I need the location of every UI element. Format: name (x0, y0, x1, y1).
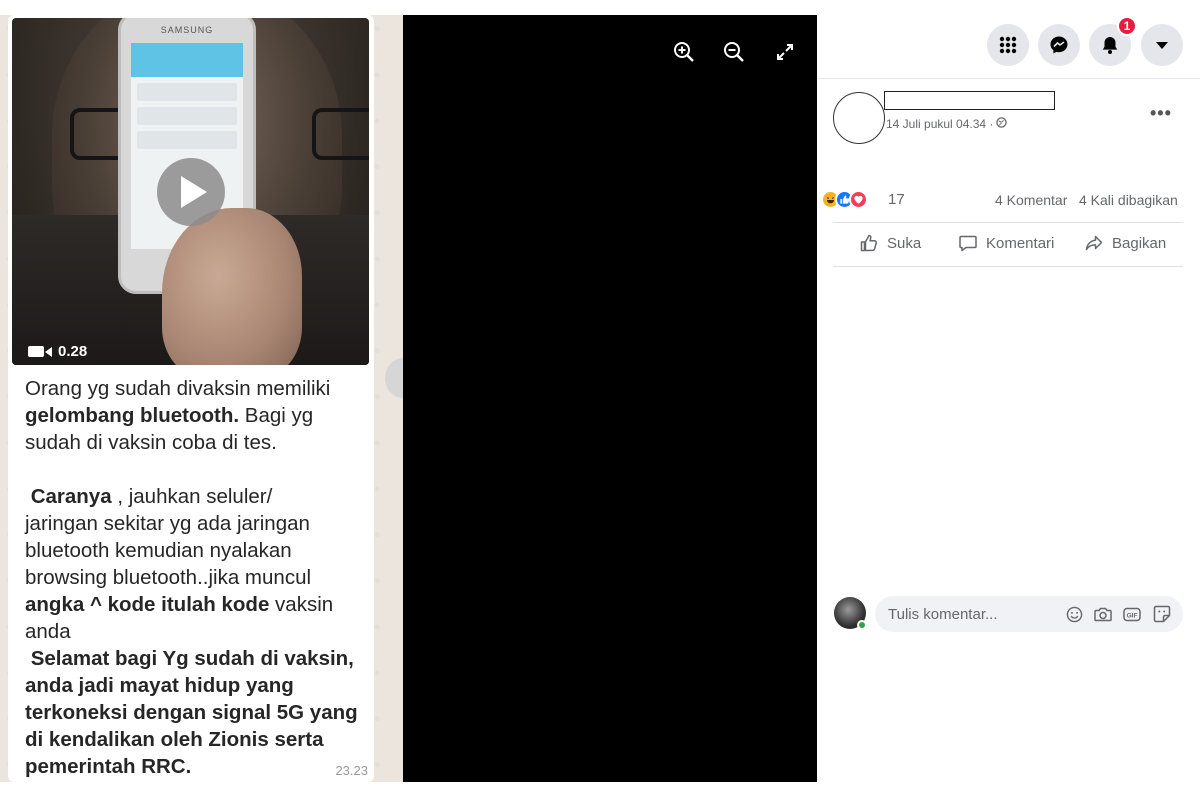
video-thumbnail[interactable]: SAMSUNG 0.28 (12, 18, 369, 365)
hand-image (162, 208, 302, 365)
glasses-right (312, 108, 369, 160)
comment-button[interactable]: Komentari (958, 233, 1054, 253)
emoji-icon[interactable] (1065, 605, 1083, 623)
caret-down-icon[interactable] (1141, 24, 1183, 66)
reaction-icons[interactable] (821, 190, 868, 209)
messenger-icon[interactable] (1038, 24, 1080, 66)
play-button[interactable] (157, 158, 225, 226)
like-button[interactable]: Suka (859, 233, 921, 253)
divider (833, 222, 1183, 223)
media-viewer (403, 15, 817, 782)
thumbs-up-icon (860, 234, 878, 252)
facebook-topbar (817, 15, 1200, 79)
author-name-redacted[interactable] (884, 91, 1055, 110)
love-reaction-icon (849, 190, 868, 209)
share-count-link[interactable]: 4 Kali dibagikan (1079, 192, 1178, 208)
comment-placeholder: Tulis komentar... (888, 606, 998, 623)
message-text-bold: gelombang bluetooth. (25, 404, 240, 427)
zoom-in-icon[interactable] (671, 39, 697, 65)
comment-count-link[interactable]: 4 Komentar (995, 192, 1067, 208)
zoom-out-icon[interactable] (721, 39, 747, 65)
globe-icon (996, 117, 1008, 131)
screenshot-composite: SAMSUNG 0.28 Orang yg sudah divaksin mem… (0, 0, 1200, 800)
gif-icon[interactable]: GIF (1123, 605, 1141, 623)
whatsapp-chat-panel: SAMSUNG 0.28 Orang yg sudah divaksin mem… (0, 15, 403, 782)
comment-button-label: Komentari (986, 234, 1055, 252)
phone-row (137, 131, 237, 149)
reaction-count[interactable]: 17 (888, 191, 905, 208)
camera-icon[interactable] (1094, 605, 1112, 623)
play-icon (181, 176, 207, 208)
share-icon (1085, 235, 1103, 251)
sticker-icon[interactable] (1153, 605, 1171, 623)
phone-appbar (131, 43, 243, 77)
divider (833, 266, 1183, 267)
video-camera-icon (28, 346, 52, 357)
phone-brand: SAMSUNG (160, 25, 214, 35)
svg-text:GIF: GIF (1127, 612, 1138, 619)
message-text-bold: Selamat bagi Yg sudah di vaksin, anda ja… (25, 647, 358, 778)
comment-input[interactable]: Tulis komentar... GIF (875, 596, 1183, 632)
message-text-run: Orang yg sudah divaksin memiliki (25, 377, 331, 400)
author-avatar[interactable] (833, 92, 885, 144)
share-button[interactable]: Bagikan (1084, 233, 1166, 253)
post-meta: 14 Juli pukul 04.34 · (886, 117, 1008, 131)
message-timestamp: 23.23 (335, 763, 368, 778)
message-bubble: SAMSUNG 0.28 Orang yg sudah divaksin mem… (8, 15, 374, 782)
message-text-bold: Caranya (30, 485, 112, 508)
video-duration-text: 0.28 (58, 343, 88, 360)
message-text-bold: angka ^ kode itulah kode (25, 593, 270, 616)
post-date[interactable]: 14 Juli pukul 04.34 · (886, 117, 993, 131)
comment-icon (959, 235, 977, 252)
notification-badge: 1 (1117, 16, 1137, 36)
grid-menu-icon[interactable] (987, 24, 1029, 66)
phone-row (137, 83, 237, 101)
video-duration: 0.28 (28, 343, 87, 360)
like-button-label: Suka (887, 234, 922, 252)
phone-row (137, 107, 237, 125)
more-options-icon[interactable]: ••• (1150, 103, 1172, 124)
online-status-dot (857, 620, 867, 630)
fullscreen-icon[interactable] (772, 39, 798, 65)
message-text: Orang yg sudah divaksin memiliki gelomba… (25, 375, 377, 780)
share-button-label: Bagikan (1112, 234, 1167, 252)
